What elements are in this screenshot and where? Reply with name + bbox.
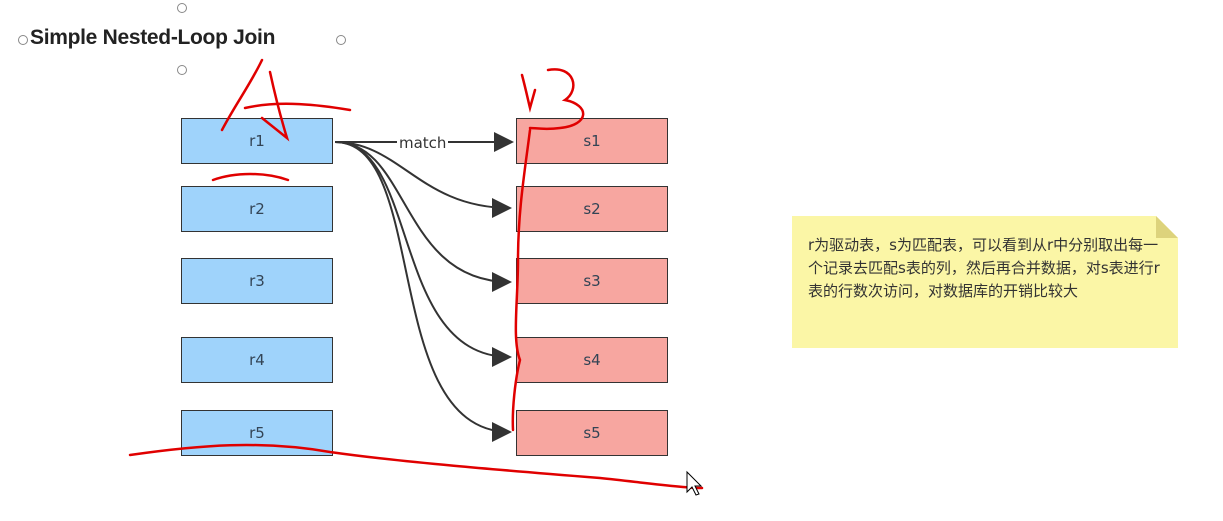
r-row-5[interactable]: r5	[181, 410, 333, 456]
r-row-1[interactable]: r1	[181, 118, 333, 164]
arrow-r1-s4	[334, 141, 512, 367]
s-row-4[interactable]: s4	[516, 337, 668, 383]
r-row-3[interactable]: r3	[181, 258, 333, 304]
arrow-r1-s3	[334, 141, 512, 292]
s-row-1[interactable]: s1	[516, 118, 668, 164]
diagram-canvas: Simple Nested-Loop Join r1 r2 r3 r4 r5 s…	[0, 0, 1223, 521]
s-row-3[interactable]: s3	[516, 258, 668, 304]
sticky-note[interactable]: r为驱动表，s为匹配表，可以看到从r中分别取出每一个记录去匹配s表的列，然后再合…	[792, 216, 1178, 348]
s-row-5[interactable]: s5	[516, 410, 668, 456]
s-row-2[interactable]: s2	[516, 186, 668, 232]
r-row-2[interactable]: r2	[181, 186, 333, 232]
r-row-4[interactable]: r4	[181, 337, 333, 383]
match-label: match	[397, 134, 449, 152]
